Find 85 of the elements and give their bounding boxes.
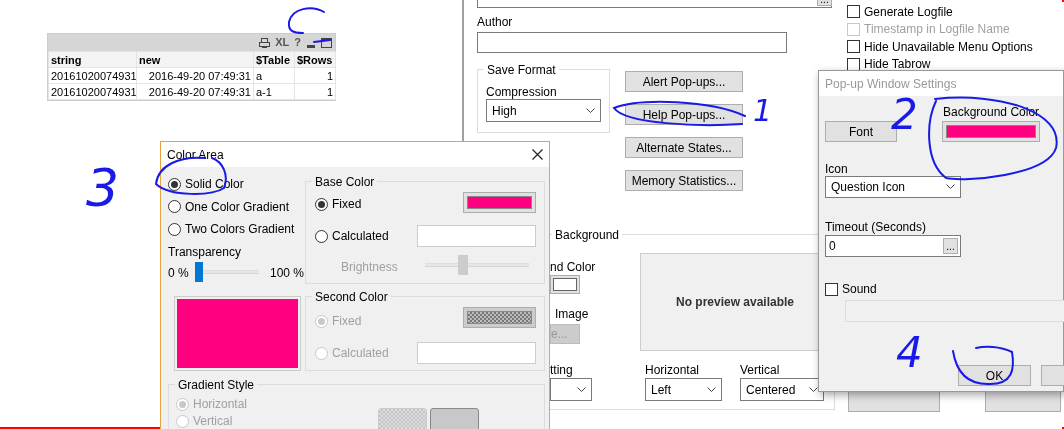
- ok-button[interactable]: OK: [958, 365, 1031, 386]
- column-header[interactable]: $Table: [253, 51, 295, 68]
- field-label: tting: [550, 362, 573, 379]
- color-button[interactable]: [550, 275, 580, 294]
- dialog-button[interactable]: Memory Statistics...: [625, 170, 743, 191]
- table-cell: 2016-49-20 07:49:31: [136, 83, 254, 100]
- table-cell: a-1: [253, 83, 295, 100]
- option-label: Vertical: [193, 413, 233, 429]
- option-label: Two Colors Gradient: [185, 221, 295, 238]
- checkbox-label: Sound: [842, 281, 877, 298]
- icon-dropdown[interactable]: Question Icon: [825, 176, 961, 198]
- browse-button[interactable]: ...: [943, 238, 958, 254]
- annotation-number: 1: [753, 96, 773, 126]
- checkbox[interactable]: [847, 57, 860, 71]
- color-button[interactable]: [463, 192, 536, 213]
- formula-field[interactable]: [417, 342, 536, 364]
- chevron-icon: [707, 386, 716, 393]
- chevron-icon: [586, 107, 595, 114]
- column-header[interactable]: $Rows: [294, 51, 336, 68]
- printer-icon[interactable]: [259, 37, 271, 48]
- option-label: Calculated: [332, 228, 389, 245]
- field-label: Image: [555, 306, 589, 323]
- sound-file-field[interactable]: [845, 300, 1064, 322]
- field-label: Transparency: [168, 244, 241, 261]
- partial-button[interactable]: [1041, 365, 1064, 386]
- checkbox-label: Generate Logfile: [864, 3, 953, 21]
- slider-thumb[interactable]: [195, 262, 203, 282]
- author-field[interactable]: [477, 32, 787, 53]
- checkbox-label: Timestamp in Logfile Name: [864, 21, 1010, 39]
- color-button[interactable]: [942, 121, 1040, 142]
- field-label: Compression: [486, 84, 557, 101]
- field-label: Horizontal: [645, 362, 700, 379]
- table-cell: a: [253, 67, 295, 84]
- help-glyph[interactable]: ?: [294, 37, 301, 48]
- chevron-icon: [809, 386, 818, 393]
- checkbox[interactable]: [847, 40, 860, 54]
- field-label: nd Color: [550, 259, 596, 276]
- field-label: Vertical: [740, 362, 780, 379]
- table-cell: 2016-49-20 07:49:31: [136, 67, 254, 84]
- dialog-button[interactable]: Alert Pop-ups...: [625, 71, 743, 92]
- annotation-number: 3: [86, 162, 120, 214]
- fitting-dropdown[interactable]: [550, 378, 592, 401]
- checkbox-label: Hide Tabrow: [864, 56, 931, 74]
- scale-label: 0 %: [168, 265, 189, 282]
- column-header[interactable]: new: [136, 51, 254, 68]
- horizontal-dropdown[interactable]: Left: [645, 378, 722, 401]
- radio-button[interactable]: [168, 177, 181, 191]
- window-title: Pop-up Window Settings: [825, 75, 957, 93]
- chevron-icon: [577, 386, 586, 393]
- option-label: Fixed: [332, 313, 362, 330]
- excel-label[interactable]: XL: [275, 37, 290, 48]
- maximize-icon[interactable]: [321, 37, 332, 48]
- field-label: Author: [477, 14, 513, 31]
- option-label: One Color Gradient: [185, 198, 290, 216]
- timeout-field[interactable]: 0 ...: [825, 235, 961, 257]
- column-header[interactable]: string: [48, 51, 137, 68]
- field-label: Brightness: [341, 259, 398, 276]
- close-icon[interactable]: [532, 149, 543, 160]
- table-cell: 20161020074931: [48, 83, 137, 100]
- checkbox[interactable]: [847, 5, 860, 19]
- checkbox-label: Hide Unavailable Menu Options: [864, 38, 1033, 56]
- annotation-number: 4: [896, 332, 923, 374]
- chevron-icon: [946, 184, 955, 190]
- radio-button[interactable]: [315, 229, 328, 243]
- radio-button[interactable]: [168, 200, 181, 213]
- formula-field[interactable]: [417, 225, 536, 247]
- preview-text: No preview available: [675, 294, 795, 311]
- option-label: Horizontal: [193, 396, 248, 413]
- color-button[interactable]: [463, 307, 536, 328]
- vertical-dropdown[interactable]: Centered: [740, 378, 824, 401]
- field-label: Timeout (Seconds): [825, 219, 926, 236]
- table-cell: 20161020074931: [48, 67, 137, 84]
- checkbox[interactable]: [825, 282, 838, 296]
- option-label: Fixed: [332, 196, 362, 213]
- field-value: 0: [829, 238, 836, 255]
- dialog-button[interactable]: Alternate States...: [625, 137, 743, 158]
- option-label: Calculated: [332, 345, 389, 362]
- table-cell: 1: [294, 67, 336, 84]
- compression-dropdown[interactable]: High: [486, 99, 601, 122]
- field-label: Icon: [825, 161, 848, 178]
- browse-button[interactable]: ...: [817, 0, 832, 6]
- table-cell: 1: [294, 83, 336, 100]
- scale-label: 100 %: [270, 265, 305, 282]
- radio-button[interactable]: [168, 222, 181, 236]
- radio-button[interactable]: [315, 197, 328, 211]
